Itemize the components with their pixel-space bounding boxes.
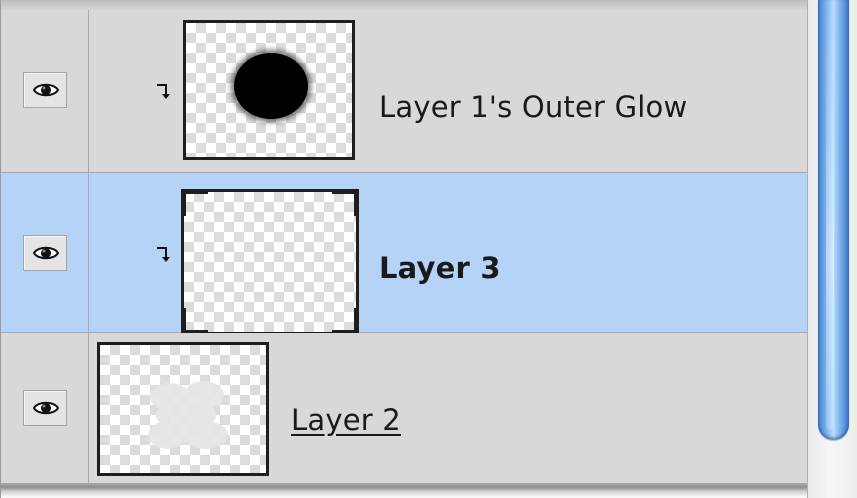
thumbnail-content-blob — [234, 53, 308, 119]
layer-name[interactable]: Layer 3 — [379, 251, 501, 285]
clipping-arrow-icon — [157, 84, 170, 99]
thumbnail-content-shape — [148, 381, 228, 449]
vertical-scrollbar[interactable] — [807, 0, 857, 498]
layer-name[interactable]: Layer 1's Outer Glow — [379, 90, 687, 124]
panel-top-edge — [1, 0, 807, 10]
scrollbar-highlight — [826, 0, 834, 430]
layers-panel: Layer 1's Outer Glow Layer 3 Layer 2 — [0, 0, 857, 498]
clipping-arrow-icon — [157, 247, 170, 262]
scrollbar-thumb[interactable] — [818, 0, 849, 440]
layer-row-outer-glow[interactable]: Layer 1's Outer Glow — [1, 10, 807, 173]
selection-corner — [181, 308, 208, 335]
layer-thumbnail[interactable] — [183, 20, 355, 160]
visibility-cell — [1, 173, 89, 332]
layer-thumbnail[interactable] — [97, 342, 269, 476]
eye-icon — [33, 83, 59, 97]
layer-list: Layer 1's Outer Glow Layer 3 Layer 2 — [1, 10, 807, 483]
selection-corner — [332, 189, 359, 216]
visibility-toggle[interactable] — [23, 72, 67, 108]
layer-row-layer-2[interactable]: Layer 2 — [1, 333, 807, 483]
visibility-toggle[interactable] — [23, 235, 67, 271]
layer-name[interactable]: Layer 2 — [291, 403, 401, 437]
visibility-cell — [1, 333, 89, 483]
panel-bottom-edge — [1, 483, 807, 498]
visibility-toggle[interactable] — [23, 390, 67, 426]
selection-corner — [181, 189, 208, 216]
eye-icon — [33, 246, 59, 260]
selection-corner — [332, 308, 359, 335]
layer-thumbnail[interactable] — [181, 189, 359, 335]
eye-icon — [33, 401, 59, 415]
layer-row-layer-3[interactable]: Layer 3 — [1, 173, 807, 335]
visibility-cell — [1, 10, 89, 172]
